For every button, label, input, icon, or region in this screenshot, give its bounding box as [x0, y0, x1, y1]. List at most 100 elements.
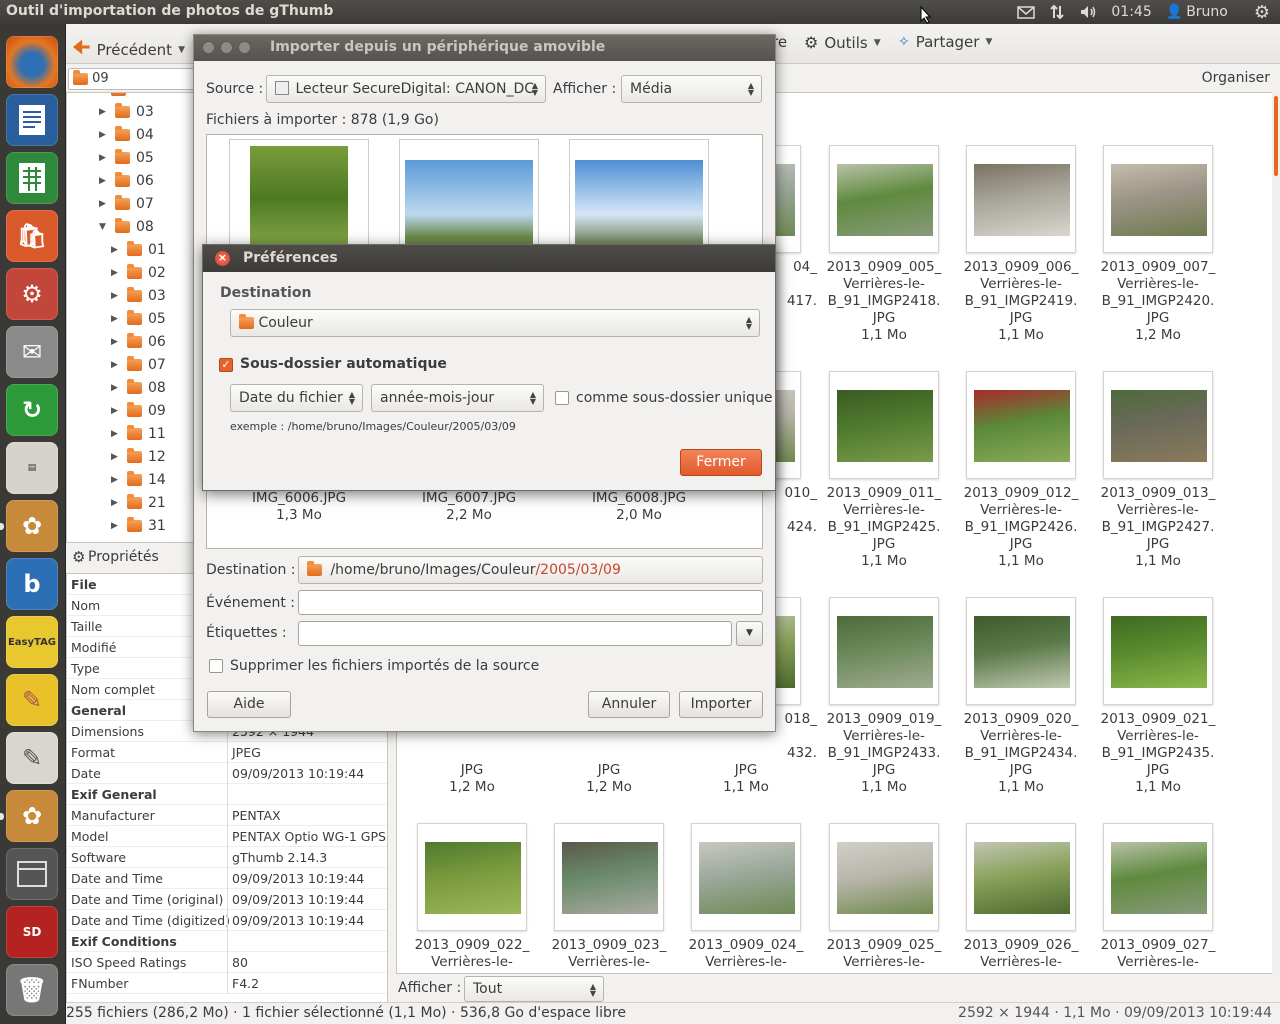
thumbnail[interactable]: [417, 823, 527, 931]
preferences-titlebar[interactable]: × Préférences: [203, 245, 775, 272]
tree-item[interactable]: ▶ 12: [111, 446, 166, 468]
delete-source-checkbox[interactable]: [209, 659, 223, 673]
show-filter-select[interactable]: Tout ▲ ▼: [464, 976, 604, 1002]
prefs-destination-select[interactable]: Couleur ▲ ▼: [230, 309, 760, 337]
thumbnail[interactable]: [1103, 597, 1213, 705]
scrollbar-thumb[interactable]: [1274, 96, 1278, 176]
expander-closed-icon[interactable]: ▶: [99, 107, 109, 117]
tree-item[interactable]: ▶ 11: [111, 423, 166, 445]
expander-closed-icon[interactable]: ▶: [111, 521, 121, 531]
close-button[interactable]: Fermer: [680, 449, 762, 476]
firefox-icon[interactable]: [6, 36, 58, 88]
date-format-select[interactable]: année-mois-jour ▲ ▼: [371, 384, 544, 412]
tags-input[interactable]: [298, 621, 732, 646]
tree-item-partial[interactable]: [111, 93, 126, 101]
destination-button[interactable]: /home/bruno/Images/Couleur/2005/03/09: [298, 556, 763, 584]
thumbnail[interactable]: [1103, 371, 1213, 479]
tree-item[interactable]: ▶ 09: [111, 400, 166, 422]
tools-button[interactable]: ⚙ Outils ▼: [804, 33, 881, 52]
tree-item[interactable]: ▶ 03: [111, 285, 166, 307]
thumbnail[interactable]: [966, 145, 1076, 253]
help-button[interactable]: Aide: [207, 691, 291, 718]
expander-closed-icon[interactable]: ▶: [111, 406, 121, 416]
software-center-icon[interactable]: 🛍: [6, 210, 58, 262]
source-select[interactable]: Lecteur SecureDigital: CANON_DC ▲ ▼: [266, 75, 546, 103]
clock[interactable]: 01:45: [1111, 4, 1151, 20]
date-source-select[interactable]: Date du fichier ▲ ▼: [230, 384, 363, 412]
organise-button[interactable]: Organiser: [1202, 70, 1270, 86]
import-thumb[interactable]: [229, 139, 369, 250]
thumbnail[interactable]: [966, 597, 1076, 705]
shotwell-icon[interactable]: ✿: [6, 790, 58, 842]
expander-closed-icon[interactable]: ▶: [111, 245, 121, 255]
expander-open-icon[interactable]: ▼: [99, 222, 109, 232]
display-select[interactable]: Média ▲ ▼: [621, 75, 762, 103]
maximize-icon[interactable]: [238, 41, 251, 54]
tree-item[interactable]: ▶ 04: [99, 124, 154, 146]
single-subfolder-checkbox[interactable]: [555, 391, 569, 405]
trash-icon[interactable]: 🗑: [6, 964, 58, 1016]
expander-closed-icon[interactable]: ▶: [111, 475, 121, 485]
thumbnail[interactable]: [554, 823, 664, 931]
update-icon[interactable]: ↻: [6, 384, 58, 436]
tree-item[interactable]: ▶ 07: [99, 193, 154, 215]
tree-item[interactable]: ▶ 01: [111, 239, 166, 261]
notes-icon[interactable]: ✎: [6, 674, 58, 726]
tree-item[interactable]: ▶ 21: [111, 492, 166, 514]
tree-item[interactable]: ▶ 14: [111, 469, 166, 491]
expander-closed-icon[interactable]: ▶: [111, 314, 121, 324]
thumbnail[interactable]: [829, 371, 939, 479]
expander-closed-icon[interactable]: ▶: [111, 268, 121, 278]
user-menu[interactable]: 👤 Bruno: [1166, 4, 1228, 20]
tree-item[interactable]: ▶ 05: [99, 147, 154, 169]
tree-item[interactable]: ▶ 08: [111, 377, 166, 399]
expander-closed-icon[interactable]: ▶: [99, 153, 109, 163]
scrollbar[interactable]: [1272, 92, 1280, 974]
expander-closed-icon[interactable]: ▶: [99, 199, 109, 209]
import-button[interactable]: Importer: [679, 691, 763, 718]
cancel-button[interactable]: Annuler: [588, 691, 670, 718]
expander-closed-icon[interactable]: ▶: [111, 498, 121, 508]
back-button[interactable]: 🠈 Précédent ▼: [72, 33, 185, 67]
share-button[interactable]: ✧ Partager ▼: [898, 33, 992, 51]
thumbnail[interactable]: [829, 823, 939, 931]
text-editor-icon[interactable]: ✎: [6, 732, 58, 784]
calc-icon[interactable]: [6, 152, 58, 204]
mail-icon[interactable]: ✉: [6, 326, 58, 378]
expander-closed-icon[interactable]: ▶: [111, 291, 121, 301]
tree-item[interactable]: ▶ 07: [111, 354, 166, 376]
expander-closed-icon[interactable]: ▶: [111, 429, 121, 439]
import-thumb[interactable]: [569, 139, 709, 250]
close-icon[interactable]: [202, 41, 215, 54]
volume-icon[interactable]: [1079, 4, 1097, 20]
network-icon[interactable]: [1049, 4, 1065, 20]
event-input[interactable]: [298, 590, 763, 615]
tree-item[interactable]: ▼ 08: [99, 216, 154, 238]
expander-closed-icon[interactable]: ▶: [111, 383, 121, 393]
tree-item[interactable]: ▶ 03: [99, 101, 154, 123]
tree-item[interactable]: ▶ 06: [111, 331, 166, 353]
tree-item[interactable]: ▶ 31: [111, 515, 166, 537]
thumbnail[interactable]: [1103, 823, 1213, 931]
scanner-icon[interactable]: ▤: [6, 442, 58, 494]
tags-dropdown-button[interactable]: ▼: [736, 621, 763, 646]
thumbnail[interactable]: [691, 823, 801, 931]
thumbnail[interactable]: [966, 823, 1076, 931]
thumbnail[interactable]: [829, 597, 939, 705]
thumbnail[interactable]: [829, 145, 939, 253]
auto-subfolder-checkbox[interactable]: ✓: [219, 358, 233, 372]
bluefish-icon[interactable]: b: [6, 558, 58, 610]
easytag-icon[interactable]: EasyTAG: [6, 616, 58, 668]
tree-item[interactable]: ▶ 05: [111, 308, 166, 330]
thumbnail[interactable]: [1103, 145, 1213, 253]
import-titlebar[interactable]: Importer depuis un périphérique amovible: [194, 35, 775, 61]
tree-item[interactable]: ▶ 06: [99, 170, 154, 192]
gear-icon[interactable]: ⚙: [1254, 2, 1270, 23]
thumbnail[interactable]: [966, 371, 1076, 479]
tree-item[interactable]: ▶ 02: [111, 262, 166, 284]
writer-icon[interactable]: [6, 94, 58, 146]
expander-closed-icon[interactable]: ▶: [99, 130, 109, 140]
expander-closed-icon[interactable]: ▶: [111, 337, 121, 347]
expander-closed-icon[interactable]: ▶: [111, 360, 121, 370]
expander-closed-icon[interactable]: ▶: [99, 176, 109, 186]
